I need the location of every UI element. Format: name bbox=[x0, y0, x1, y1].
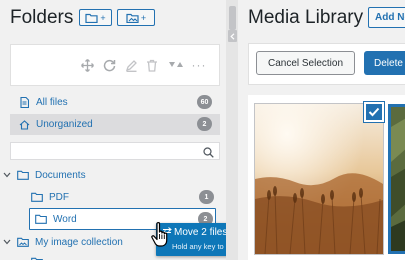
folder-label: My image collection bbox=[35, 236, 123, 248]
plus-label: + bbox=[140, 12, 147, 23]
move-icon[interactable] bbox=[80, 58, 94, 72]
folders-title: Folders bbox=[10, 7, 74, 28]
chevron-down-icon[interactable] bbox=[3, 170, 13, 180]
more-icon[interactable]: ··· bbox=[191, 58, 207, 72]
search-icon bbox=[203, 145, 214, 163]
folder-count: 1 bbox=[199, 190, 214, 204]
media-thumbnail-second[interactable] bbox=[388, 104, 405, 254]
gallery-folder-icon bbox=[126, 13, 139, 23]
folder-search-input[interactable] bbox=[10, 142, 220, 160]
cancel-selection-button[interactable]: Cancel Selection bbox=[256, 51, 355, 75]
folder-icon bbox=[85, 13, 98, 23]
gallery-folder-icon bbox=[17, 236, 29, 248]
media-thumbnail-field[interactable] bbox=[254, 103, 384, 255]
unorganized-item[interactable]: Unorganized 2 bbox=[10, 114, 220, 135]
sort-icon[interactable] bbox=[167, 58, 185, 72]
document-icon bbox=[18, 96, 30, 108]
refresh-icon[interactable] bbox=[102, 58, 116, 72]
hand-cursor-icon bbox=[151, 222, 168, 247]
folder-documents[interactable]: Documents bbox=[3, 165, 220, 185]
unorganized-label: Unorganized bbox=[36, 119, 93, 130]
collapse-arrow-icon[interactable] bbox=[228, 30, 237, 42]
folder-label: Word bbox=[53, 213, 77, 225]
folder-toolbar: ··· bbox=[10, 44, 220, 86]
unorganized-count: 2 bbox=[197, 117, 212, 131]
drag-title: Move 2 files bbox=[174, 227, 228, 238]
subfolder-item[interactable] bbox=[31, 252, 111, 260]
all-files-count: 60 bbox=[197, 95, 212, 109]
new-gallery-button[interactable]: + bbox=[117, 9, 155, 26]
all-files-label: All files bbox=[36, 96, 68, 108]
folder-icon bbox=[31, 191, 43, 203]
folder-label: PDF bbox=[49, 191, 69, 203]
chevron-down-icon[interactable] bbox=[3, 237, 13, 247]
greenery-photo bbox=[391, 107, 405, 251]
gallery-folder-icon bbox=[31, 256, 43, 260]
plus-label: + bbox=[100, 12, 106, 23]
add-new-button[interactable]: Add New bbox=[368, 7, 405, 28]
folder-label: Documents bbox=[35, 169, 86, 181]
pencil-icon[interactable] bbox=[124, 58, 138, 72]
resize-handle[interactable] bbox=[229, 6, 236, 30]
new-folder-button[interactable]: + bbox=[79, 9, 112, 26]
all-files-item[interactable]: All files 60 bbox=[10, 92, 220, 112]
trash-icon[interactable] bbox=[145, 58, 159, 72]
selected-check-icon[interactable] bbox=[364, 102, 384, 122]
field-photo bbox=[255, 104, 383, 254]
home-icon bbox=[18, 119, 30, 131]
folder-icon bbox=[35, 213, 47, 225]
delete-button[interactable]: Delete bbox=[364, 51, 405, 75]
folder-pdf[interactable]: PDF 1 bbox=[31, 187, 214, 207]
media-library-title: Media Library bbox=[248, 7, 364, 28]
folder-icon bbox=[17, 169, 29, 181]
